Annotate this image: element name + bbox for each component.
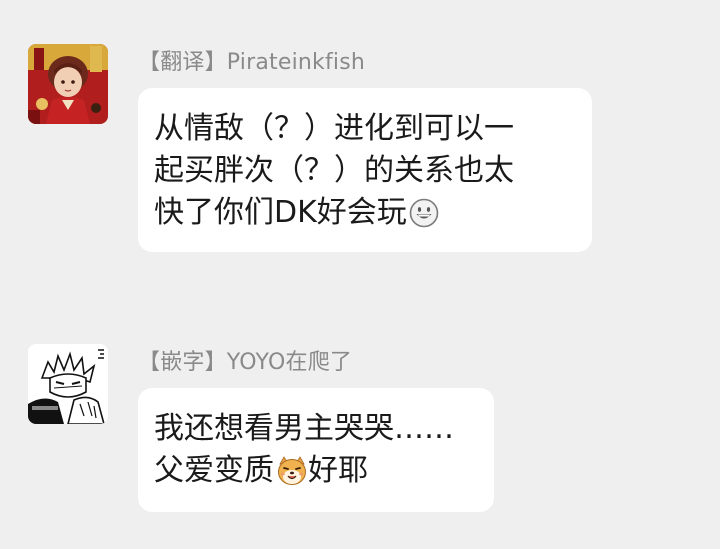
message-text-line: 我还想看男主哭哭……: [154, 411, 454, 446]
message-text-line: 从情敌（？）进化到可以一: [154, 111, 514, 146]
anime-character-red-costume-avatar: [28, 44, 108, 124]
manga-sketch-character-avatar: [28, 344, 108, 424]
message-text-line: 起买胖次（？）的关系也太: [154, 153, 514, 188]
message-text: 快了你们DK好会玩: [154, 195, 407, 230]
message-text-line: 快了你们DK好会玩: [154, 192, 574, 234]
message-bubble[interactable]: 我还想看男主哭哭…… 父爱变质 好耶: [138, 388, 494, 512]
sender-name: 【嵌字】YOYO在爬了: [138, 350, 353, 375]
grinning-face-emoji-icon: [409, 198, 439, 228]
message-text: 父爱变质: [154, 453, 274, 488]
message-bubble[interactable]: 从情敌（？）进化到可以一 起买胖次（？）的关系也太 快了你们DK好会玩: [138, 88, 592, 252]
message-text: 好耶: [308, 453, 368, 488]
message-text-line: 父爱变质 好耶: [154, 450, 476, 492]
shiba-dog-emoji-icon: [276, 456, 308, 486]
user-avatar-yoyo[interactable]: [28, 344, 108, 424]
user-avatar-pirateinkfish[interactable]: [28, 44, 108, 124]
sender-name: 【翻译】Pirateinkfish: [138, 50, 366, 75]
